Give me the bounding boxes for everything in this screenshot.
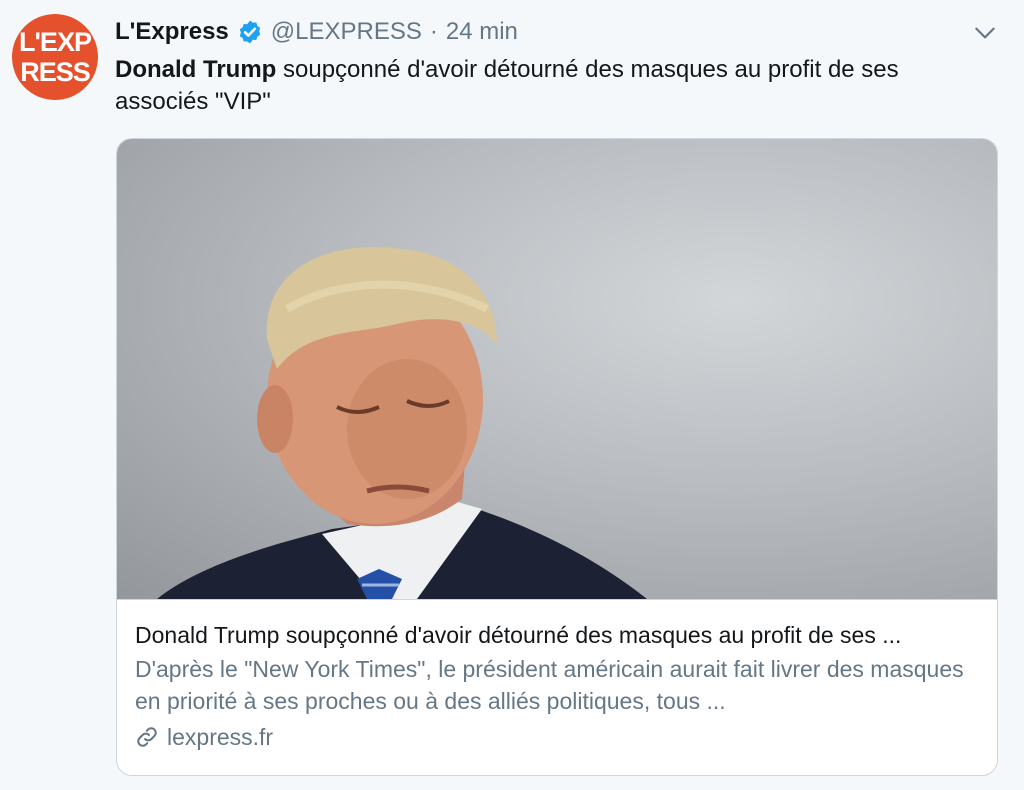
chevron-down-icon[interactable]: [972, 20, 998, 46]
avatar-line-2: RESS: [20, 57, 91, 87]
tweet-header: L'Express @LEXPRESS · 24 min: [115, 16, 518, 48]
link-card[interactable]: Donald Trump soupçonné d'avoir détourné …: [116, 138, 998, 776]
separator-dot: ·: [429, 18, 438, 45]
card-image: [117, 139, 997, 600]
avatar-line-1: L'EXP: [19, 27, 92, 57]
tweet-text: Donald Trump soupçonné d'avoir détourné …: [115, 54, 995, 118]
card-domain[interactable]: lexpress.fr: [135, 721, 985, 753]
tweet-timestamp[interactable]: 24 min: [446, 18, 518, 46]
account-handle[interactable]: @LEXPRESS: [271, 18, 422, 46]
avatar[interactable]: L'EXP RESS: [12, 14, 98, 100]
card-body: Donald Trump soupçonné d'avoir détourné …: [135, 619, 985, 753]
portrait-illustration: [157, 247, 647, 599]
account-name[interactable]: L'Express: [115, 18, 229, 46]
link-icon: [137, 727, 157, 747]
tweet-text-bold[interactable]: Donald Trump: [115, 56, 276, 83]
card-domain-text: lexpress.fr: [167, 724, 274, 750]
card-description: D'après le "New York Times", le présiden…: [135, 656, 964, 714]
verified-badge-icon: [239, 20, 260, 44]
card-title[interactable]: Donald Trump soupçonné d'avoir détourné …: [135, 619, 985, 651]
